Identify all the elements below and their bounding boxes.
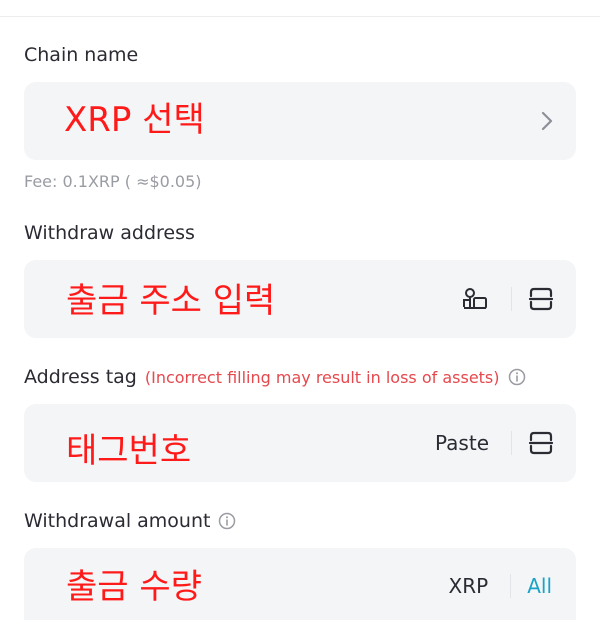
address-tag-label-text: Address tag [24,366,137,388]
all-button[interactable]: All [527,574,552,598]
chain-select[interactable]: XRP 선택 [24,82,576,160]
withdraw-address-controls [461,260,554,338]
address-book-icon[interactable] [461,286,489,312]
top-divider [0,16,600,17]
separator [510,574,512,598]
withdrawal-amount-label-text: Withdrawal amount [24,510,211,532]
separator [511,287,512,311]
info-icon[interactable] [508,368,526,386]
address-tag-label: Address tag (Incorrect filling may resul… [24,366,526,388]
withdrawal-amount-controls: XRP All [449,548,552,620]
withdraw-overlay-text: 출금 주소 입력 [66,281,276,321]
separator [511,431,512,455]
withdrawal-amount-input[interactable]: 출금 수량 XRP All [24,548,576,620]
chain-select-controls [540,82,554,160]
chain-name-label-text: Chain name [24,44,139,66]
info-icon[interactable] [218,512,236,530]
scan-icon[interactable] [528,286,554,312]
address-tag-input[interactable]: 태그번호 Paste [24,404,576,482]
chain-name-label: Chain name [24,44,138,66]
withdraw-address-input[interactable]: 출금 주소 입력 [24,260,576,338]
withdraw-address-label: Withdraw address [24,222,195,244]
chevron-right-icon [540,110,554,132]
withdraw-address-label-text: Withdraw address [24,222,195,244]
address-tag-controls: Paste [435,404,554,482]
unit-label: XRP [448,574,489,598]
address-tag-warning: (Incorrect filling may result in loss of… [144,367,500,387]
amount-overlay-text: 출금 수량 [66,567,202,607]
paste-button[interactable]: Paste [435,431,489,455]
fee-text: Fee: 0.1XRP ( ≈$0.05) [24,172,202,191]
chain-overlay-text: XRP 선택 [64,100,205,140]
withdraw-form: Chain name XRP 선택 Fee: 0.1XRP ( ≈$0.05) … [0,0,600,620]
tag-overlay-text: 태그번호 [66,431,192,471]
withdrawal-amount-label: Withdrawal amount [24,510,236,532]
scan-icon[interactable] [528,430,554,456]
